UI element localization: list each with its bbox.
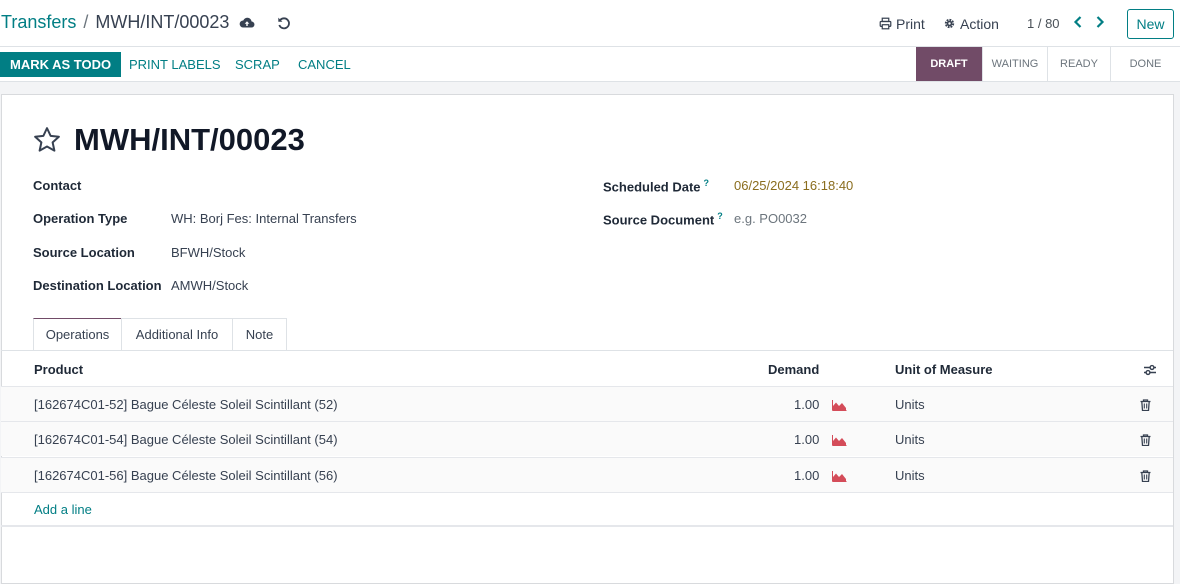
row-demand[interactable]: 1.00 xyxy=(794,397,819,412)
pager-value[interactable]: 1 / 80 xyxy=(1027,16,1060,31)
printer-icon xyxy=(879,17,892,30)
operations-table xyxy=(1,350,1173,351)
chevron-left-icon[interactable] xyxy=(1072,14,1086,30)
top-bar: Transfers / MWH/INT/00023 Print Action 1… xyxy=(0,0,1180,47)
breadcrumb-transfers-link[interactable]: Transfers xyxy=(1,12,76,33)
stage-ready[interactable]: READY xyxy=(1047,47,1110,81)
source-document-label: Source Document? xyxy=(603,211,723,227)
row-uom[interactable]: Units xyxy=(895,432,925,447)
forecast-chart-icon[interactable] xyxy=(832,433,847,451)
stage-waiting[interactable]: WAITING xyxy=(982,47,1047,81)
row-product[interactable]: [162674C01-54] Bague Céleste Soleil Scin… xyxy=(34,432,338,447)
print-label: Print xyxy=(896,15,925,32)
stage-draft-label: DRAFT xyxy=(930,58,968,70)
optional-columns-icon[interactable] xyxy=(1143,363,1157,382)
column-demand[interactable]: Demand xyxy=(768,362,819,377)
row-product[interactable]: [162674C01-56] Bague Céleste Soleil Scin… xyxy=(34,468,338,483)
destination-location-field[interactable]: AMWH/Stock xyxy=(171,278,248,293)
source-document-help[interactable]: ? xyxy=(717,211,723,221)
cloud-upload-icon[interactable] xyxy=(239,15,255,31)
source-location-field[interactable]: BFWH/Stock xyxy=(171,245,245,260)
forecast-chart-icon[interactable] xyxy=(832,469,847,487)
operation-type-field[interactable]: WH: Borj Fes: Internal Transfers xyxy=(171,211,357,226)
stage-done[interactable]: DONE xyxy=(1110,47,1180,81)
source-location-label: Source Location xyxy=(33,245,135,260)
action-label: Action xyxy=(960,15,999,32)
trash-icon[interactable] xyxy=(1140,469,1151,487)
tab-additional-info[interactable]: Additional Info xyxy=(121,318,233,351)
row-divider xyxy=(1,492,1173,493)
scheduled-date-field[interactable]: 06/25/2024 16:18:40 xyxy=(734,178,853,193)
contact-label: Contact xyxy=(33,178,82,193)
print-button[interactable]: Print xyxy=(879,0,925,47)
row-demand[interactable]: 1.00 xyxy=(794,432,819,447)
row-uom[interactable]: Units xyxy=(895,397,925,412)
trash-icon[interactable] xyxy=(1140,398,1151,416)
scheduled-date-label-text: Scheduled Date xyxy=(603,179,701,195)
breadcrumb-current: MWH/INT/00023 xyxy=(95,12,230,32)
scheduled-date-help[interactable]: ? xyxy=(704,178,710,188)
cancel-button[interactable]: CANCEL xyxy=(298,52,351,77)
row-product[interactable]: [162674C01-52] Bague Céleste Soleil Scin… xyxy=(34,397,338,412)
title-row: MWH/INT/00023 xyxy=(32,122,305,158)
stage-done-label: DONE xyxy=(1129,58,1162,70)
action-button[interactable]: Action xyxy=(943,0,999,47)
chevron-right-icon[interactable] xyxy=(1094,14,1108,30)
gear-icon xyxy=(943,17,956,30)
destination-location-label: Destination Location xyxy=(33,278,162,293)
breadcrumb: Transfers / MWH/INT/00023 xyxy=(1,12,229,33)
source-document-label-text: Source Document xyxy=(603,212,715,228)
stage-waiting-label: WAITING xyxy=(991,58,1039,70)
star-icon[interactable] xyxy=(32,125,62,155)
status-bar: DRAFT WAITING READY DONE xyxy=(916,47,1180,82)
column-unit-of-measure[interactable]: Unit of Measure xyxy=(895,362,993,377)
source-document-field[interactable]: e.g. PO0032 xyxy=(734,211,807,226)
undo-icon[interactable] xyxy=(276,15,292,31)
row-uom[interactable]: Units xyxy=(895,468,925,483)
operation-type-label: Operation Type xyxy=(33,211,128,226)
table-bottom-border xyxy=(1,525,1173,527)
new-button[interactable]: New xyxy=(1127,9,1174,39)
stage-ready-label: READY xyxy=(1060,58,1098,70)
scrap-button[interactable]: SCRAP xyxy=(235,52,280,77)
breadcrumb-separator: / xyxy=(83,12,89,32)
scheduled-date-label: Scheduled Date? xyxy=(603,178,709,194)
add-a-line-link[interactable]: Add a line xyxy=(34,502,92,517)
record-title: MWH/INT/00023 xyxy=(74,122,305,157)
tab-operations[interactable]: Operations xyxy=(33,318,122,351)
trash-icon[interactable] xyxy=(1140,433,1151,451)
tab-note[interactable]: Note xyxy=(232,318,287,351)
forecast-chart-icon[interactable] xyxy=(832,398,847,416)
stage-draft[interactable]: DRAFT xyxy=(916,47,982,81)
column-product[interactable]: Product xyxy=(34,362,83,377)
row-demand[interactable]: 1.00 xyxy=(794,468,819,483)
mark-as-todo-button[interactable]: MARK AS TODO xyxy=(0,52,122,77)
print-labels-button[interactable]: PRINT LABELS xyxy=(129,52,221,77)
